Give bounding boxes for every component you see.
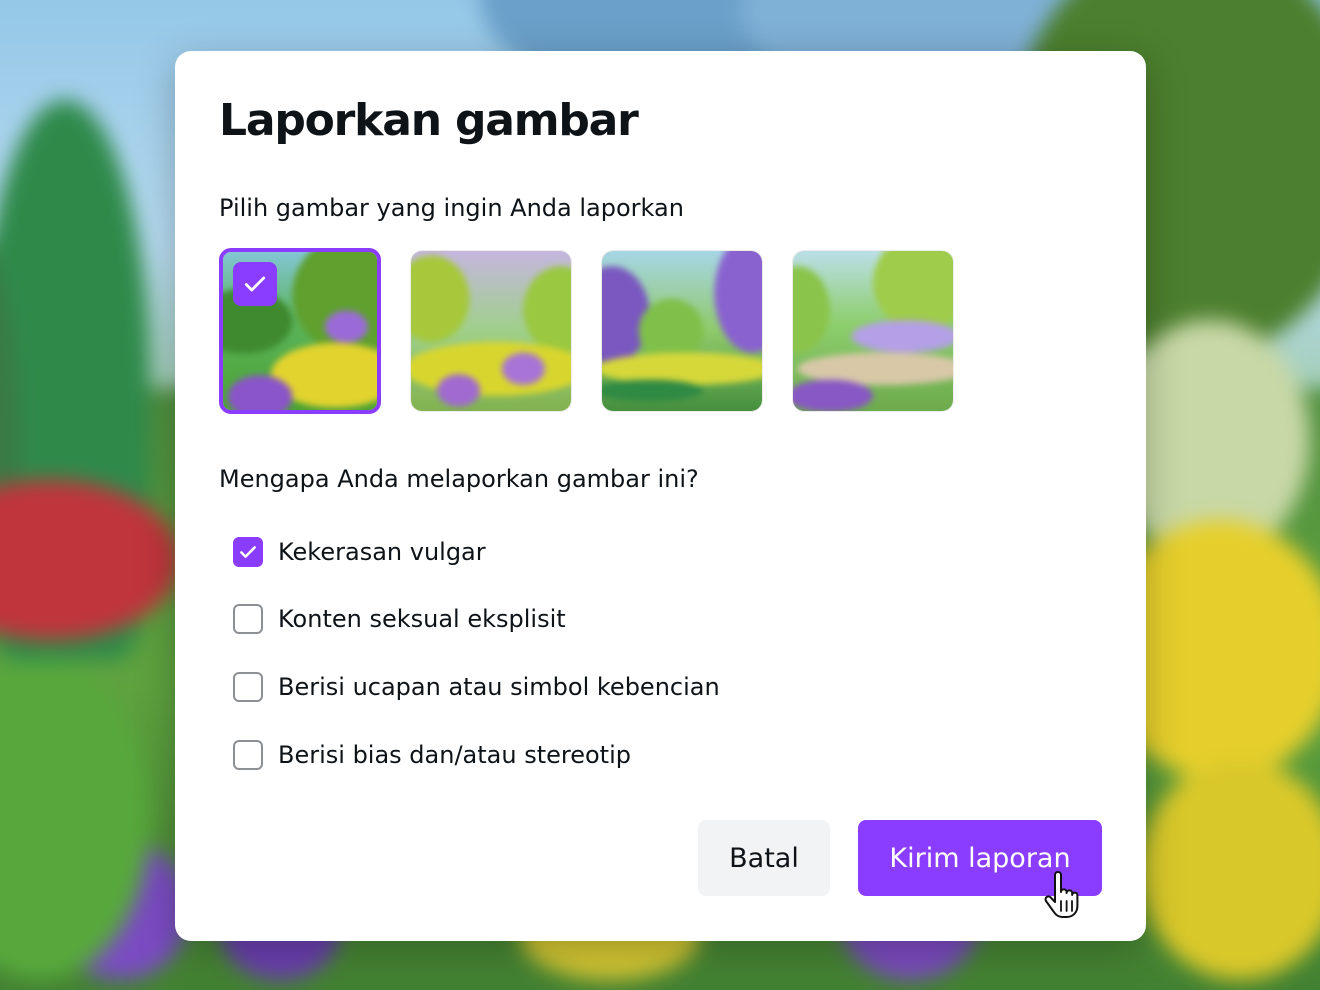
image-thumbnail-2[interactable] [410, 250, 572, 412]
image-thumbnail-list [219, 248, 959, 416]
reason-option-label: Kekerasan vulgar [278, 538, 486, 566]
image-thumbnail-3[interactable] [601, 250, 763, 412]
reason-prompt: Mengapa Anda melaporkan gambar ini? [219, 465, 699, 493]
reason-option-label: Berisi ucapan atau simbol kebencian [278, 673, 720, 701]
image-thumbnail-4[interactable] [792, 250, 954, 412]
image-select-prompt: Pilih gambar yang ingin Anda laporkan [219, 194, 684, 222]
check-icon [240, 546, 256, 558]
reason-option-label: Konten seksual eksplisit [278, 605, 566, 633]
reason-option-hate-speech[interactable]: Berisi ucapan atau simbol kebencian [233, 667, 933, 707]
cancel-button[interactable]: Batal [698, 820, 830, 896]
check-icon [244, 276, 266, 292]
report-image-dialog: Laporkan gambar Pilih gambar yang ingin … [175, 51, 1146, 941]
hand-pointer-icon [1044, 871, 1079, 918]
reason-option-sexual-content[interactable]: Konten seksual eksplisit [233, 599, 933, 639]
checkbox[interactable] [233, 604, 263, 634]
checkbox[interactable] [233, 672, 263, 702]
checkbox[interactable] [233, 537, 263, 567]
reason-option-graphic-violence[interactable]: Kekerasan vulgar [233, 532, 933, 572]
checkbox[interactable] [233, 740, 263, 770]
reason-option-label: Berisi bias dan/atau stereotip [278, 741, 631, 769]
reason-option-bias-stereotype[interactable]: Berisi bias dan/atau stereotip [233, 735, 933, 775]
selected-check-badge [233, 262, 277, 306]
dialog-title: Laporkan gambar [219, 95, 639, 146]
image-thumbnail-1[interactable] [219, 248, 381, 414]
